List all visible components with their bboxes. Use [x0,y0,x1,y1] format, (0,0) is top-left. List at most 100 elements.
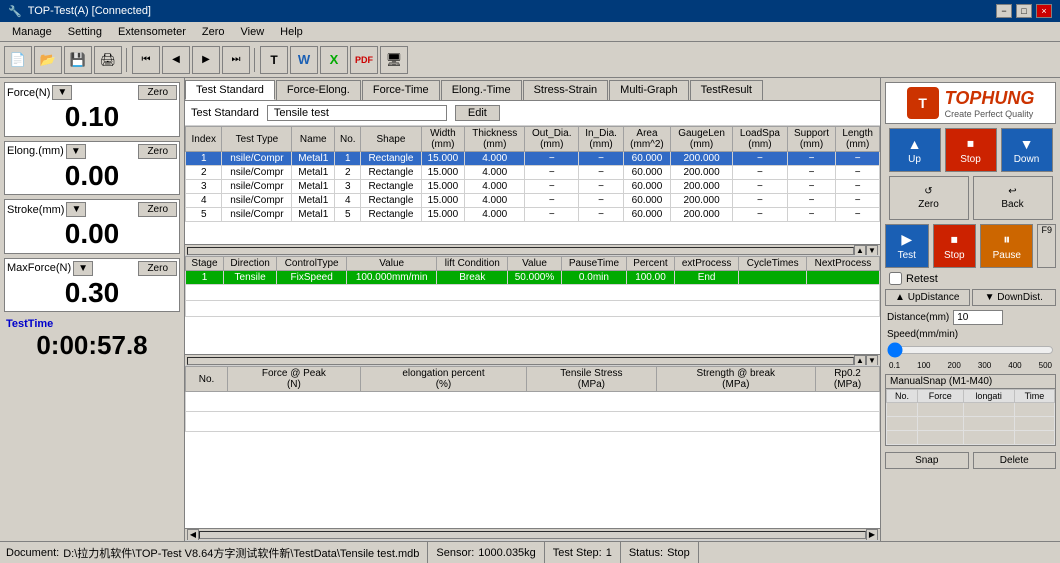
zero-ctrl-button[interactable]: ↺ Zero [889,176,969,220]
right-panel: T TOPHUNG Create Perfect Quality ▲ Up ⏹ … [880,78,1060,541]
status-label: Status: [629,547,663,559]
toolbar-next[interactable]: ▶ [192,46,220,74]
vscroll-down[interactable]: ▼ [866,245,878,257]
down-dist-icon: ▼ [985,292,995,303]
edit-button[interactable]: Edit [455,105,500,121]
sensor-label: Sensor: [436,547,474,559]
force-dropdown[interactable]: ▼ [52,85,72,100]
process-row-empty1 [186,285,880,301]
down-dist-button[interactable]: ▼ DownDist. [972,289,1057,306]
toolbar-next-next[interactable]: ⏭ [222,46,250,74]
doc-value: D:\拉力机软件\TOP-Test V8.64方字测试软件新\TestData\… [63,545,419,561]
stroke-label: Stroke(mm) [7,204,64,216]
specimen-row[interactable]: 1nsile/ComprMetal11Rectangle15.0004.000−… [186,152,880,166]
menu-setting[interactable]: Setting [60,25,110,39]
toolbar-save[interactable]: 💾 [64,46,92,74]
specimen-row[interactable]: 3nsile/ComprMetal13Rectangle15.0004.000−… [186,180,880,194]
retest-checkbox[interactable] [889,272,902,285]
menu-manage[interactable]: Manage [4,25,60,39]
toolbar-monitor[interactable]: 🖥 [380,46,408,74]
delete-button[interactable]: Delete [973,452,1057,469]
proc-col-ext: extProcess [674,257,739,271]
tab-elong-time[interactable]: Elong.-Time [441,80,522,100]
test-label: Test [898,250,916,261]
stop2-icon: ⏹ [951,231,958,248]
col-test-type: Test Type [222,127,292,152]
test-step-label: Test Step: [553,547,602,559]
stroke-dropdown[interactable]: ▼ [66,202,86,217]
testtime-value: 0:00:57.8 [4,330,180,361]
menu-view[interactable]: View [233,25,273,39]
elong-value: 0.00 [7,159,177,193]
menu-extensometer[interactable]: Extensometer [110,25,194,39]
test-button[interactable]: ▶ Test [885,224,929,268]
test-std-input[interactable] [267,105,447,121]
toolbar-prev[interactable]: ◀ [162,46,190,74]
hscroll-right[interactable]: ▶ [866,529,878,541]
toolbar-word[interactable]: W [290,46,318,74]
elong-zero-button[interactable]: Zero [138,144,177,159]
maxforce-zero-button[interactable]: Zero [138,261,177,276]
stop2-label: Stop [944,250,965,261]
tab-multi-graph[interactable]: Multi-Graph [609,80,688,100]
toolbar-open[interactable]: 📂 [34,46,62,74]
up-label: Up [908,154,921,165]
col-width: Width(mm) [421,127,465,152]
proc-col-cycle: CycleTimes [739,257,806,271]
maxforce-label: MaxForce(N) [7,262,71,274]
tab-force-time[interactable]: Force-Time [362,80,440,100]
back-label: Back [1001,199,1023,210]
up-distance-button[interactable]: ▲ UpDistance [885,289,970,306]
maxforce-dropdown[interactable]: ▼ [73,261,93,276]
main-layout: Force(N) ▼ Zero 0.10 Elong.(mm) ▼ Zero 0… [0,78,1060,541]
menu-help[interactable]: Help [272,25,311,39]
stroke-zero-button[interactable]: Zero [138,202,177,217]
minimize-button[interactable]: − [996,4,1012,18]
toolbar-prev-prev[interactable]: ⏮ [132,46,160,74]
specimen-row[interactable]: 5nsile/ComprMetal15Rectangle15.0004.000−… [186,208,880,222]
toolbar-excel[interactable]: X [320,46,348,74]
force-label: Force(N) [7,87,50,99]
tab-stress-strain[interactable]: Stress-Strain [523,80,609,100]
specimen-row[interactable]: 2nsile/ComprMetal12Rectangle15.0004.000−… [186,166,880,180]
speed-slider[interactable] [887,342,1054,358]
snap-col-force: Force [917,390,963,403]
down-label: Down [1014,154,1040,165]
force-zero-button[interactable]: Zero [138,85,177,100]
tab-testresult[interactable]: TestResult [690,80,763,100]
toolbar-template[interactable]: T [260,46,288,74]
up-down-dist-row: ▲ UpDistance ▼ DownDist. [885,289,1056,306]
proc-vscroll-down[interactable]: ▼ [866,355,878,367]
stop-button[interactable]: ⏹ Stop [945,128,997,172]
distance-input[interactable] [953,310,1003,325]
f9-badge: F9 [1037,224,1056,268]
menu-zero[interactable]: Zero [194,25,233,39]
maximize-button[interactable]: □ [1016,4,1032,18]
elong-dropdown[interactable]: ▼ [66,144,86,159]
up-button[interactable]: ▲ Up [889,128,941,172]
vscroll-up[interactable]: ▲ [854,245,866,257]
snap-button[interactable]: Snap [885,452,969,469]
stroke-block: Stroke(mm) ▼ Zero 0.00 [4,199,180,254]
tab-test-standard[interactable]: Test Standard [185,80,275,100]
toolbar-pdf[interactable]: PDF [350,46,378,74]
hscroll-left[interactable]: ◀ [187,529,199,541]
col-length: Length(mm) [836,127,880,152]
process-row[interactable]: 1 Tensile FixSpeed 100.000mm/min Break 5… [186,271,880,285]
status-test-step: Test Step: 1 [545,542,621,563]
toolbar-new[interactable]: 📄 [4,46,32,74]
tab-force-elong[interactable]: Force-Elong. [276,80,361,100]
toolbar-sep1 [126,48,128,72]
down-button[interactable]: ▼ Down [1001,128,1053,172]
menubar: Manage Setting Extensometer Zero View He… [0,22,1060,42]
stop2-button[interactable]: ⏹ Stop [933,224,977,268]
left-panel: Force(N) ▼ Zero 0.10 Elong.(mm) ▼ Zero 0… [0,78,185,541]
back-button[interactable]: ↩ Back [973,176,1053,220]
toolbar-print[interactable]: 🖨 [94,46,122,74]
specimen-row[interactable]: 4nsile/ComprMetal14Rectangle15.0004.000−… [186,194,880,208]
proc-vscroll-up[interactable]: ▲ [854,355,866,367]
pause-button[interactable]: ⏸ Pause [980,224,1033,268]
close-button[interactable]: × [1036,4,1052,18]
titlebar: 🔧 TOP-Test(A) [Connected] − □ × [0,0,1060,22]
status-status: Status: Stop [621,542,699,563]
